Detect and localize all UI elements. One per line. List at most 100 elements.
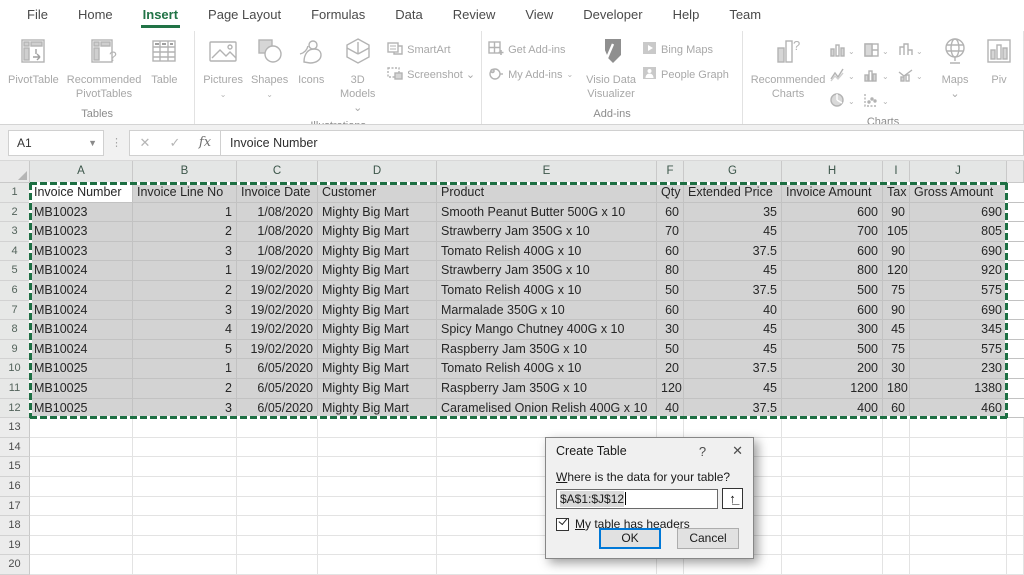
cell-B17[interactable] [133, 496, 237, 517]
cell-I12[interactable]: 60 [883, 398, 910, 419]
cell-A19[interactable] [30, 535, 133, 556]
cell-D12[interactable]: Mighty Big Mart [318, 398, 437, 419]
cell-H20[interactable] [782, 555, 883, 575]
name-box-dropdown-icon[interactable]: ▼ [88, 138, 103, 148]
cell-E12[interactable]: Caramelised Onion Relish 400G x 10 [437, 398, 657, 419]
row-header-15[interactable]: 15 [0, 457, 30, 477]
cell-C5[interactable]: 19/02/2020 [237, 261, 318, 281]
cell-D6[interactable]: Mighty Big Mart [318, 280, 437, 301]
cell-J7[interactable]: 690 [910, 300, 1007, 321]
cell-B15[interactable] [133, 457, 237, 477]
cell-I4[interactable]: 90 [883, 241, 910, 262]
cell-G10[interactable]: 37.5 [684, 359, 782, 379]
recommended-pivottables-button[interactable]: ? Recommended PivotTables [63, 33, 146, 105]
recommended-charts-button[interactable]: ? Recommended Charts [747, 33, 829, 105]
cell-E2[interactable]: Smooth Peanut Butter 500G x 10 [437, 202, 657, 223]
cell-I1[interactable]: Tax [883, 183, 910, 203]
cell-J17[interactable] [910, 496, 1007, 517]
cell-G12[interactable]: 37.5 [684, 398, 782, 419]
column-header-G[interactable]: G [684, 161, 782, 183]
pivottable-button[interactable]: PivotTable [4, 33, 63, 91]
cell-I7[interactable]: 90 [883, 300, 910, 321]
cell-B4[interactable]: 3 [133, 241, 237, 262]
cell-I19[interactable] [883, 535, 910, 556]
cell-J14[interactable] [910, 437, 1007, 458]
cell-B5[interactable]: 1 [133, 261, 237, 281]
cell-I20[interactable] [883, 555, 910, 575]
range-input[interactable]: $A$1:$J$12 [556, 488, 718, 509]
cell-A11[interactable]: MB10025 [30, 378, 133, 399]
pie-chart-button[interactable]: ⌄ [829, 89, 863, 114]
cell-I18[interactable] [883, 516, 910, 536]
dialog-close-icon[interactable]: ✕ [732, 443, 743, 459]
cell-C3[interactable]: 1/08/2020 [237, 222, 318, 242]
cell-G7[interactable]: 40 [684, 300, 782, 321]
cell-A7[interactable]: MB10024 [30, 300, 133, 321]
cell-H10[interactable]: 200 [782, 359, 883, 379]
histogram-chart-button[interactable]: ⌄ [863, 64, 897, 89]
cell-J4[interactable]: 690 [910, 241, 1007, 262]
cell-F2[interactable]: 60 [657, 202, 684, 223]
cell-F13[interactable] [657, 418, 684, 438]
cell-J16[interactable] [910, 476, 1007, 497]
visio-data-visualizer-button[interactable]: Visio Data Visualizer [582, 33, 640, 105]
cell-B20[interactable] [133, 555, 237, 575]
cell-B2[interactable]: 1 [133, 202, 237, 223]
cell-A8[interactable]: MB10024 [30, 320, 133, 340]
cell-B18[interactable] [133, 516, 237, 536]
bing-maps-button[interactable]: Bing Maps [642, 41, 729, 58]
cell-G4[interactable]: 37.5 [684, 241, 782, 262]
collapse-dialog-icon[interactable]: ↑̲ [722, 488, 743, 509]
cell-H16[interactable] [782, 476, 883, 497]
cell-B11[interactable]: 2 [133, 378, 237, 399]
cell-H15[interactable] [782, 457, 883, 477]
cell-I3[interactable]: 105 [883, 222, 910, 242]
treemap-chart-button[interactable]: ⌄ [863, 39, 897, 64]
cell-D19[interactable] [318, 535, 437, 556]
select-all-corner[interactable] [0, 161, 30, 183]
cell-I15[interactable] [883, 457, 910, 477]
dialog-help-icon[interactable]: ? [699, 444, 706, 459]
cell-I5[interactable]: 120 [883, 261, 910, 281]
row-header-10[interactable]: 10 [0, 359, 30, 379]
cell-C10[interactable]: 6/05/2020 [237, 359, 318, 379]
my-addins-button[interactable]: My Add-ins ⌄ [488, 66, 580, 83]
cell-H19[interactable] [782, 535, 883, 556]
cell-D3[interactable]: Mighty Big Mart [318, 222, 437, 242]
cell-E8[interactable]: Spicy Mango Chutney 400G x 10 [437, 320, 657, 340]
column-header-F[interactable]: F [657, 161, 684, 183]
row-header-5[interactable]: 5 [0, 261, 30, 281]
cell-D9[interactable]: Mighty Big Mart [318, 339, 437, 360]
cell-I9[interactable]: 75 [883, 339, 910, 360]
tab-home[interactable]: Home [76, 2, 115, 28]
tab-review[interactable]: Review [451, 2, 498, 28]
shapes-button[interactable]: Shapes ⌄ [247, 33, 292, 105]
cell-B19[interactable] [133, 535, 237, 556]
cell-D4[interactable]: Mighty Big Mart [318, 241, 437, 262]
cell-E10[interactable]: Tomato Relish 400G x 10 [437, 359, 657, 379]
cell-J3[interactable]: 805 [910, 222, 1007, 242]
cell-A10[interactable]: MB10025 [30, 359, 133, 379]
line-chart-button[interactable]: ⌄ [829, 64, 863, 89]
cell-A9[interactable]: MB10024 [30, 339, 133, 360]
cell-B9[interactable]: 5 [133, 339, 237, 360]
cell-C8[interactable]: 19/02/2020 [237, 320, 318, 340]
tab-formulas[interactable]: Formulas [309, 2, 367, 28]
cell-E9[interactable]: Raspberry Jam 350G x 10 [437, 339, 657, 360]
column-header-H[interactable]: H [782, 161, 883, 183]
pictures-button[interactable]: Pictures ⌄ [199, 33, 247, 105]
cell-D11[interactable]: Mighty Big Mart [318, 378, 437, 399]
cell-J10[interactable]: 230 [910, 359, 1007, 379]
cell-F11[interactable]: 120 [657, 378, 684, 399]
cell-I10[interactable]: 30 [883, 359, 910, 379]
3d-models-button[interactable]: 3D Models ⌄ [330, 33, 385, 118]
cell-F3[interactable]: 70 [657, 222, 684, 242]
scatter-chart-button[interactable]: ⌄ [863, 89, 897, 114]
cell-B16[interactable] [133, 476, 237, 497]
cell-E1[interactable]: Product [437, 183, 657, 203]
cell-A3[interactable]: MB10023 [30, 222, 133, 242]
cell-B14[interactable] [133, 437, 237, 458]
cell-D14[interactable] [318, 437, 437, 458]
cell-H11[interactable]: 1200 [782, 378, 883, 399]
cell-A17[interactable] [30, 496, 133, 517]
